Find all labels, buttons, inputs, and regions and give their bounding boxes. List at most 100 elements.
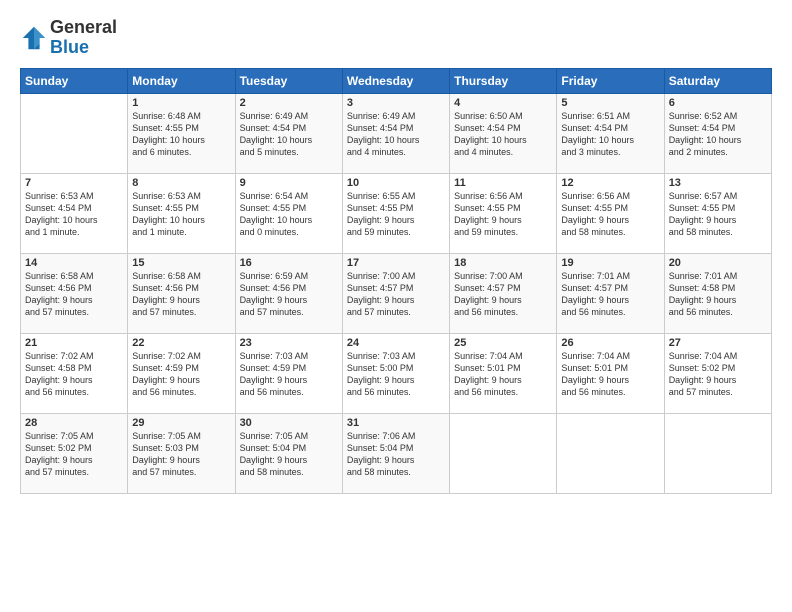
day-info: Sunrise: 6:56 AM Sunset: 4:55 PM Dayligh… xyxy=(561,190,659,239)
header-day-tuesday: Tuesday xyxy=(235,68,342,93)
day-number: 6 xyxy=(669,97,767,109)
day-info: Sunrise: 7:01 AM Sunset: 4:57 PM Dayligh… xyxy=(561,270,659,319)
day-number: 16 xyxy=(240,257,338,269)
calendar-cell: 13Sunrise: 6:57 AM Sunset: 4:55 PM Dayli… xyxy=(664,173,771,253)
calendar-cell: 29Sunrise: 7:05 AM Sunset: 5:03 PM Dayli… xyxy=(128,413,235,493)
calendar-header: SundayMondayTuesdayWednesdayThursdayFrid… xyxy=(21,68,772,93)
day-info: Sunrise: 6:58 AM Sunset: 4:56 PM Dayligh… xyxy=(132,270,230,319)
calendar-cell: 30Sunrise: 7:05 AM Sunset: 5:04 PM Dayli… xyxy=(235,413,342,493)
header-day-friday: Friday xyxy=(557,68,664,93)
calendar-cell xyxy=(450,413,557,493)
day-number: 7 xyxy=(25,177,123,189)
header-day-thursday: Thursday xyxy=(450,68,557,93)
day-info: Sunrise: 6:59 AM Sunset: 4:56 PM Dayligh… xyxy=(240,270,338,319)
header: GeneralBlue xyxy=(20,18,772,58)
day-number: 31 xyxy=(347,417,445,429)
day-number: 12 xyxy=(561,177,659,189)
calendar-cell: 15Sunrise: 6:58 AM Sunset: 4:56 PM Dayli… xyxy=(128,253,235,333)
day-number: 22 xyxy=(132,337,230,349)
calendar-cell: 21Sunrise: 7:02 AM Sunset: 4:58 PM Dayli… xyxy=(21,333,128,413)
calendar-cell: 27Sunrise: 7:04 AM Sunset: 5:02 PM Dayli… xyxy=(664,333,771,413)
day-info: Sunrise: 7:01 AM Sunset: 4:58 PM Dayligh… xyxy=(669,270,767,319)
calendar-cell: 3Sunrise: 6:49 AM Sunset: 4:54 PM Daylig… xyxy=(342,93,449,173)
day-info: Sunrise: 7:03 AM Sunset: 4:59 PM Dayligh… xyxy=(240,350,338,399)
day-number: 1 xyxy=(132,97,230,109)
day-info: Sunrise: 6:49 AM Sunset: 4:54 PM Dayligh… xyxy=(347,110,445,159)
day-number: 8 xyxy=(132,177,230,189)
week-row-0: 1Sunrise: 6:48 AM Sunset: 4:55 PM Daylig… xyxy=(21,93,772,173)
logo-text: GeneralBlue xyxy=(50,18,117,58)
day-number: 30 xyxy=(240,417,338,429)
day-info: Sunrise: 6:54 AM Sunset: 4:55 PM Dayligh… xyxy=(240,190,338,239)
day-number: 25 xyxy=(454,337,552,349)
logo: GeneralBlue xyxy=(20,18,117,58)
day-number: 3 xyxy=(347,97,445,109)
day-info: Sunrise: 7:02 AM Sunset: 4:59 PM Dayligh… xyxy=(132,350,230,399)
calendar-cell: 23Sunrise: 7:03 AM Sunset: 4:59 PM Dayli… xyxy=(235,333,342,413)
day-number: 10 xyxy=(347,177,445,189)
header-day-monday: Monday xyxy=(128,68,235,93)
day-info: Sunrise: 6:48 AM Sunset: 4:55 PM Dayligh… xyxy=(132,110,230,159)
day-info: Sunrise: 6:58 AM Sunset: 4:56 PM Dayligh… xyxy=(25,270,123,319)
day-info: Sunrise: 6:50 AM Sunset: 4:54 PM Dayligh… xyxy=(454,110,552,159)
day-info: Sunrise: 6:52 AM Sunset: 4:54 PM Dayligh… xyxy=(669,110,767,159)
calendar-cell: 9Sunrise: 6:54 AM Sunset: 4:55 PM Daylig… xyxy=(235,173,342,253)
day-info: Sunrise: 6:53 AM Sunset: 4:55 PM Dayligh… xyxy=(132,190,230,239)
day-info: Sunrise: 7:05 AM Sunset: 5:02 PM Dayligh… xyxy=(25,430,123,479)
day-number: 15 xyxy=(132,257,230,269)
day-info: Sunrise: 6:51 AM Sunset: 4:54 PM Dayligh… xyxy=(561,110,659,159)
calendar-cell: 17Sunrise: 7:00 AM Sunset: 4:57 PM Dayli… xyxy=(342,253,449,333)
day-info: Sunrise: 7:04 AM Sunset: 5:02 PM Dayligh… xyxy=(669,350,767,399)
day-number: 29 xyxy=(132,417,230,429)
day-info: Sunrise: 7:03 AM Sunset: 5:00 PM Dayligh… xyxy=(347,350,445,399)
calendar-cell: 18Sunrise: 7:00 AM Sunset: 4:57 PM Dayli… xyxy=(450,253,557,333)
day-number: 4 xyxy=(454,97,552,109)
day-info: Sunrise: 7:04 AM Sunset: 5:01 PM Dayligh… xyxy=(561,350,659,399)
day-number: 14 xyxy=(25,257,123,269)
day-number: 20 xyxy=(669,257,767,269)
header-day-sunday: Sunday xyxy=(21,68,128,93)
day-info: Sunrise: 7:00 AM Sunset: 4:57 PM Dayligh… xyxy=(347,270,445,319)
day-number: 27 xyxy=(669,337,767,349)
calendar-table: SundayMondayTuesdayWednesdayThursdayFrid… xyxy=(20,68,772,494)
calendar-cell: 7Sunrise: 6:53 AM Sunset: 4:54 PM Daylig… xyxy=(21,173,128,253)
day-number: 21 xyxy=(25,337,123,349)
calendar-cell: 16Sunrise: 6:59 AM Sunset: 4:56 PM Dayli… xyxy=(235,253,342,333)
day-number: 2 xyxy=(240,97,338,109)
calendar-cell: 5Sunrise: 6:51 AM Sunset: 4:54 PM Daylig… xyxy=(557,93,664,173)
logo-blue: Blue xyxy=(50,37,89,57)
header-day-wednesday: Wednesday xyxy=(342,68,449,93)
day-info: Sunrise: 6:56 AM Sunset: 4:55 PM Dayligh… xyxy=(454,190,552,239)
calendar-body: 1Sunrise: 6:48 AM Sunset: 4:55 PM Daylig… xyxy=(21,93,772,493)
day-info: Sunrise: 7:00 AM Sunset: 4:57 PM Dayligh… xyxy=(454,270,552,319)
calendar-cell: 4Sunrise: 6:50 AM Sunset: 4:54 PM Daylig… xyxy=(450,93,557,173)
day-info: Sunrise: 6:55 AM Sunset: 4:55 PM Dayligh… xyxy=(347,190,445,239)
day-number: 28 xyxy=(25,417,123,429)
calendar-cell: 14Sunrise: 6:58 AM Sunset: 4:56 PM Dayli… xyxy=(21,253,128,333)
week-row-2: 14Sunrise: 6:58 AM Sunset: 4:56 PM Dayli… xyxy=(21,253,772,333)
day-number: 24 xyxy=(347,337,445,349)
header-day-saturday: Saturday xyxy=(664,68,771,93)
day-number: 19 xyxy=(561,257,659,269)
calendar-cell xyxy=(664,413,771,493)
logo-icon xyxy=(20,24,48,52)
header-row: SundayMondayTuesdayWednesdayThursdayFrid… xyxy=(21,68,772,93)
calendar-cell xyxy=(557,413,664,493)
calendar-cell: 10Sunrise: 6:55 AM Sunset: 4:55 PM Dayli… xyxy=(342,173,449,253)
day-info: Sunrise: 7:02 AM Sunset: 4:58 PM Dayligh… xyxy=(25,350,123,399)
day-info: Sunrise: 6:49 AM Sunset: 4:54 PM Dayligh… xyxy=(240,110,338,159)
day-number: 11 xyxy=(454,177,552,189)
day-info: Sunrise: 6:53 AM Sunset: 4:54 PM Dayligh… xyxy=(25,190,123,239)
calendar-cell: 19Sunrise: 7:01 AM Sunset: 4:57 PM Dayli… xyxy=(557,253,664,333)
calendar-cell: 1Sunrise: 6:48 AM Sunset: 4:55 PM Daylig… xyxy=(128,93,235,173)
day-number: 5 xyxy=(561,97,659,109)
day-number: 23 xyxy=(240,337,338,349)
week-row-3: 21Sunrise: 7:02 AM Sunset: 4:58 PM Dayli… xyxy=(21,333,772,413)
day-info: Sunrise: 7:06 AM Sunset: 5:04 PM Dayligh… xyxy=(347,430,445,479)
calendar-cell: 2Sunrise: 6:49 AM Sunset: 4:54 PM Daylig… xyxy=(235,93,342,173)
calendar-cell: 11Sunrise: 6:56 AM Sunset: 4:55 PM Dayli… xyxy=(450,173,557,253)
calendar-cell: 8Sunrise: 6:53 AM Sunset: 4:55 PM Daylig… xyxy=(128,173,235,253)
day-info: Sunrise: 6:57 AM Sunset: 4:55 PM Dayligh… xyxy=(669,190,767,239)
calendar-cell: 26Sunrise: 7:04 AM Sunset: 5:01 PM Dayli… xyxy=(557,333,664,413)
week-row-4: 28Sunrise: 7:05 AM Sunset: 5:02 PM Dayli… xyxy=(21,413,772,493)
